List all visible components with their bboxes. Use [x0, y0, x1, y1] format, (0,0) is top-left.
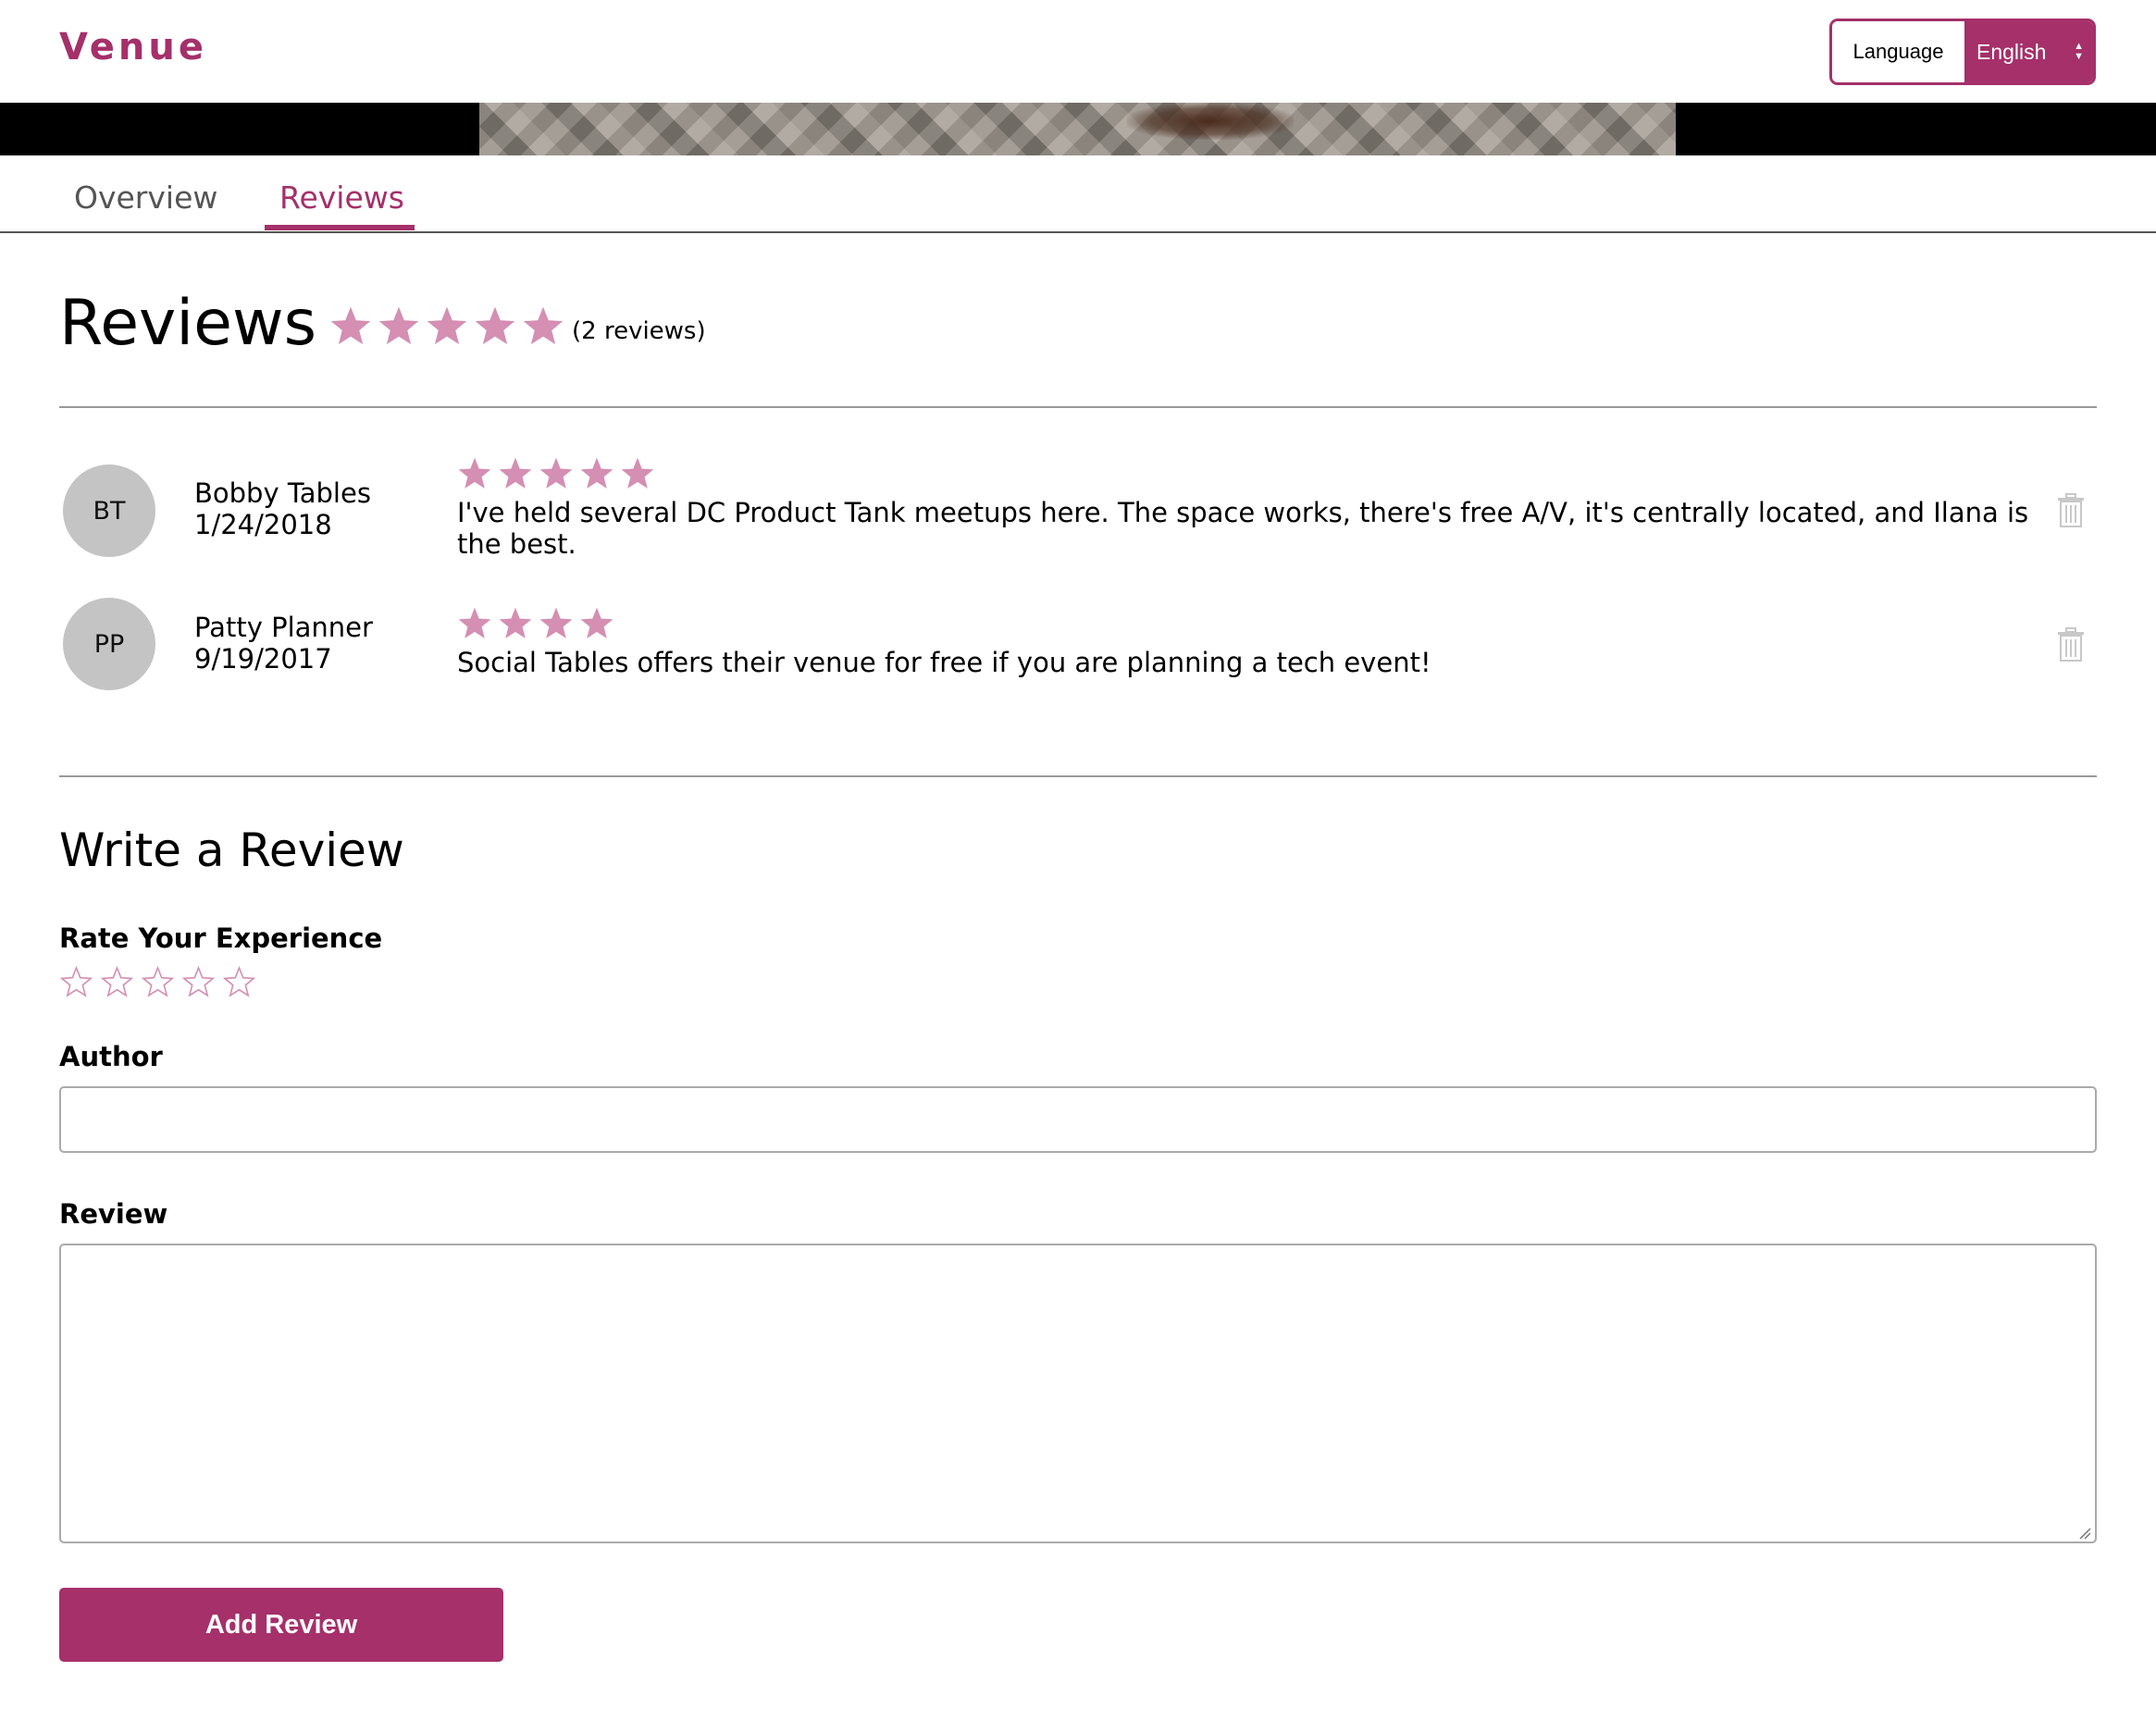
review-author-block: Bobby Tables 1/24/2018 [194, 477, 371, 540]
tab-overview[interactable]: Overview [74, 180, 217, 216]
star-icon [458, 607, 491, 638]
star-icon[interactable] [141, 966, 175, 997]
add-review-button[interactable]: Add Review [59, 1588, 503, 1662]
resize-grip-icon[interactable] [2078, 1527, 2091, 1540]
author-field[interactable] [59, 1086, 2097, 1153]
venue-photo [479, 103, 1676, 155]
star-icon [378, 306, 419, 345]
review-textarea[interactable] [59, 1244, 2097, 1543]
language-value: English [1976, 39, 2047, 64]
write-review-heading: Write a Review [59, 823, 404, 877]
review-label: Review [59, 1198, 168, 1230]
star-icon[interactable] [181, 966, 216, 997]
review-author: Bobby Tables [194, 477, 371, 509]
tab-reviews[interactable]: Reviews [279, 180, 404, 216]
review-date: 9/19/2017 [194, 643, 332, 675]
brand-logo[interactable]: Venue [59, 26, 207, 68]
trash-icon[interactable] [2056, 627, 2086, 662]
review-rating-stars [458, 607, 613, 638]
star-icon [427, 306, 467, 345]
updown-arrows-icon: ▲ ▼ [2074, 41, 2084, 62]
avatar: PP [63, 598, 155, 690]
divider [59, 406, 2097, 408]
star-icon [330, 306, 371, 345]
review-text: I've held several DC Product Tank meetup… [457, 497, 2029, 560]
review-rating-stars [458, 457, 654, 489]
tab-bar: Overview Reviews [0, 155, 2156, 233]
star-icon [580, 457, 613, 489]
rate-label: Rate Your Experience [59, 922, 383, 954]
language-label: Language [1832, 21, 1964, 82]
star-icon[interactable] [100, 966, 134, 997]
star-icon [523, 306, 564, 345]
star-icon[interactable] [59, 966, 93, 997]
star-icon [475, 306, 515, 345]
star-icon [499, 607, 532, 638]
top-bar: Venue Language English ▲ ▼ [0, 0, 2156, 103]
trash-icon[interactable] [2056, 493, 2086, 528]
photo-detail [1127, 103, 1294, 140]
language-select[interactable]: English ▲ ▼ [1964, 21, 2093, 82]
avatar: BT [63, 464, 155, 557]
author-label: Author [59, 1041, 163, 1072]
star-icon[interactable] [222, 966, 256, 997]
star-icon [539, 457, 573, 489]
star-icon [499, 457, 532, 489]
hero-banner [0, 103, 2156, 155]
review-author-block: Patty Planner 9/19/2017 [194, 612, 373, 675]
star-icon [621, 457, 654, 489]
review-date: 1/24/2018 [194, 509, 332, 540]
rating-input-stars[interactable] [59, 966, 263, 1001]
language-selector[interactable]: Language English ▲ ▼ [1829, 19, 2096, 85]
divider [59, 775, 2097, 777]
star-icon [458, 457, 491, 489]
average-rating-stars [330, 306, 564, 345]
review-author: Patty Planner [194, 612, 373, 643]
review-count: (2 reviews) [572, 317, 706, 345]
active-tab-indicator [265, 225, 415, 230]
star-icon [539, 607, 573, 638]
review-text: Social Tables offers their venue for fre… [457, 647, 1431, 678]
reviews-heading: Reviews [59, 287, 317, 360]
star-icon [580, 607, 613, 638]
